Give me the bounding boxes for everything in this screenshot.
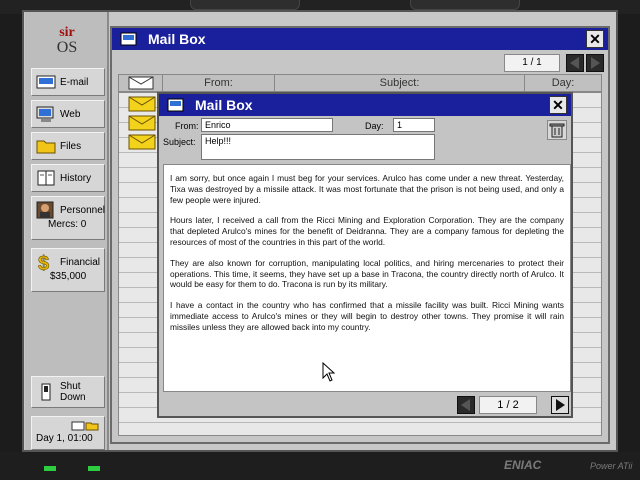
sidebar-item-files[interactable]: Files: [31, 132, 105, 160]
message-paragraph: I am sorry, but once again I must beg fo…: [170, 173, 564, 205]
personnel-icon: [36, 201, 56, 219]
mercs-count: Mercs: 0: [48, 219, 87, 230]
mailbox-prev-page-button[interactable]: [566, 54, 584, 72]
day-label: Day:: [365, 121, 384, 131]
logo-top-text: sir: [59, 25, 75, 40]
dollar-icon: $: [36, 253, 56, 276]
close-icon: ✕: [589, 31, 601, 47]
hinge-right: [410, 0, 520, 10]
column-from[interactable]: From:: [163, 75, 275, 91]
sidebar-item-label: E-mail: [60, 76, 89, 88]
subject-field: Help!!!: [201, 134, 435, 160]
mailbox-column-header: From: Subject: Day:: [118, 74, 602, 92]
trash-icon: [549, 123, 565, 138]
arrow-right-icon: [591, 57, 600, 69]
sidebar-item-label: Shut Down: [60, 381, 86, 403]
game-clock: Day 1, 01:00: [31, 416, 105, 450]
unread-envelope-icon: [128, 96, 156, 112]
close-icon: ✕: [552, 97, 564, 113]
sidebar-item-label: Personnel: [60, 204, 106, 216]
unread-envelope-icon: [128, 134, 156, 150]
sidebar-item-personnel[interactable]: Personnel Mercs: 0: [31, 196, 105, 240]
column-subject[interactable]: Subject:: [275, 75, 525, 91]
unread-envelope-icon: [128, 115, 156, 131]
sidebar-item-email[interactable]: E-mail: [31, 68, 105, 96]
message-paragraph: Hours later, I received a call from the …: [170, 215, 564, 247]
day-field: 1: [393, 118, 435, 132]
sidebar-item-label: History: [60, 172, 92, 184]
message-close-button[interactable]: ✕: [549, 96, 567, 114]
sidebar-item-history[interactable]: History: [31, 164, 105, 192]
arrow-left-icon: [461, 399, 470, 411]
email-icon: [36, 73, 56, 91]
clock-icons: [36, 421, 100, 433]
arrow-left-icon: [570, 57, 579, 69]
history-icon: [36, 169, 56, 187]
mailbox-icon: [120, 31, 138, 47]
mailbox-title: Mail Box: [148, 31, 206, 47]
shut-down-button[interactable]: Shut Down: [31, 376, 105, 408]
sidebar-item-financial[interactable]: $ Financial $35,000: [31, 248, 105, 292]
logo-bottom-text: OS: [56, 39, 78, 56]
from-field: Enrico: [201, 118, 333, 132]
siros-logo: sir OS: [25, 26, 109, 56]
brand-model: Power ATii: [590, 461, 633, 471]
activity-led: [88, 466, 100, 471]
hinge-left: [190, 0, 300, 10]
message-next-page-button[interactable]: [551, 396, 569, 414]
delete-message-button[interactable]: [547, 120, 567, 140]
message-titlebar: Mail Box ✕: [159, 94, 571, 116]
power-led: [44, 466, 56, 471]
mail-row-envelope[interactable]: [128, 96, 158, 112]
message-body: I am sorry, but once again I must beg fo…: [163, 164, 571, 392]
message-paragraph: I have a contact in the country who has …: [170, 300, 564, 332]
arrow-right-icon: [556, 399, 565, 411]
from-label: From:: [175, 121, 199, 131]
subject-label: Subject:: [163, 137, 196, 147]
svg-text:$: $: [38, 253, 49, 271]
files-icon: [36, 137, 56, 155]
message-page-indicator: 1 / 2: [479, 396, 537, 414]
mailbox-icon: [167, 97, 185, 113]
column-day[interactable]: Day:: [525, 75, 601, 91]
web-icon: [36, 105, 56, 123]
sidebar-item-label: Web: [60, 108, 81, 120]
message-paragraph: They are also known for corruption, mani…: [170, 257, 564, 290]
mouse-cursor-icon: [322, 362, 336, 382]
column-read-status[interactable]: [119, 75, 163, 91]
mail-row-envelope[interactable]: [128, 134, 158, 150]
message-window-title: Mail Box: [195, 97, 253, 113]
mail-row-envelope[interactable]: [128, 115, 158, 131]
mailbox-page-indicator: 1 / 1: [504, 54, 560, 72]
balance-amount: $35,000: [50, 271, 87, 282]
sidebar-item-label: Files: [60, 140, 82, 152]
clock-text: Day 1, 01:00: [36, 433, 93, 444]
sidebar-item-label: Financial: [60, 256, 101, 268]
message-prev-page-button[interactable]: [457, 396, 475, 414]
power-switch-icon: [36, 383, 56, 401]
message-window: Mail Box ✕ From: Enrico Day: 1 Subject: …: [157, 92, 573, 418]
sidebar-item-web[interactable]: Web: [31, 100, 105, 128]
mailbox-close-button[interactable]: ✕: [586, 30, 604, 48]
mailbox-next-page-button[interactable]: [586, 54, 604, 72]
envelope-icon: [128, 76, 153, 90]
mailbox-titlebar: Mail Box ✕: [112, 28, 608, 50]
sidebar: sir OS E-mail Web Files History Personne…: [25, 12, 109, 450]
brand-name: ENIAC: [504, 458, 542, 472]
